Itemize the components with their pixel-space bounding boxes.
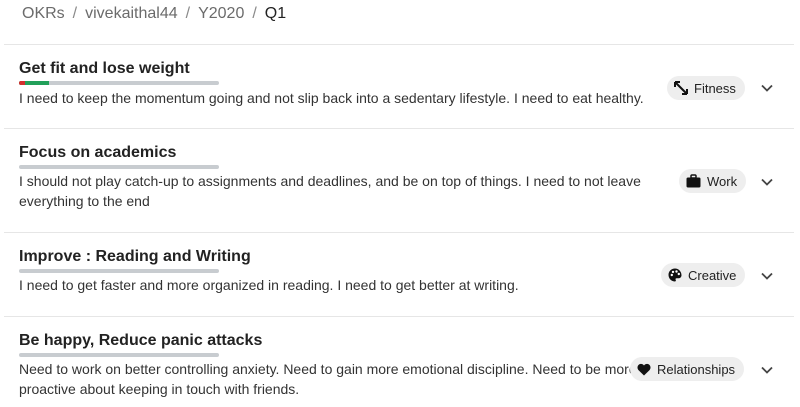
okr-tag-work[interactable]: Work [679, 169, 747, 193]
okr-title: Get fit and lose weight [19, 60, 190, 77]
briefcase-icon [686, 174, 701, 188]
okr-item[interactable]: Be happy, Reduce panic attacks Need to w… [4, 316, 794, 407]
okr-list: Get fit and lose weight I need to keep t… [4, 44, 794, 407]
okr-description: I need to keep the momentum going and no… [19, 90, 644, 106]
chevron-down-icon[interactable] [760, 363, 774, 377]
chevron-down-icon[interactable] [760, 269, 774, 283]
okr-description: Need to work on better controlling anxie… [19, 361, 637, 397]
okr-progress-bar [19, 353, 219, 357]
okr-tag-label: Relationships [657, 361, 736, 377]
breadcrumb-year[interactable]: Y2020 [198, 5, 244, 23]
okr-tag-relationships[interactable]: Relationships [630, 357, 745, 381]
okr-tag-label: Fitness [694, 80, 736, 96]
chevron-down-icon[interactable] [760, 81, 774, 95]
okr-progress-bar [19, 165, 219, 169]
expand-arrows-icon [674, 81, 688, 95]
breadcrumb-current: Q1 [264, 5, 287, 22]
okr-item[interactable]: Get fit and lose weight I need to keep t… [4, 44, 794, 128]
breadcrumb-separator: / [72, 5, 78, 22]
palette-icon [668, 268, 682, 282]
breadcrumb-separator: / [185, 5, 191, 22]
heart-icon [637, 363, 651, 375]
okr-description: I should not play catch-up to assignment… [19, 173, 641, 209]
okr-title: Be happy, Reduce panic attacks [19, 332, 263, 349]
breadcrumb-separator: / [252, 5, 257, 22]
okr-description: I need to get faster and more organized … [19, 277, 519, 293]
breadcrumb-user[interactable]: vivekaithal44 [85, 5, 178, 23]
okr-title: Improve : Reading and Writing [19, 248, 251, 265]
okr-progress-bar [19, 81, 219, 85]
okr-tag-label: Creative [688, 267, 737, 283]
okr-tag-label: Work [707, 173, 738, 189]
chevron-down-icon[interactable] [760, 175, 774, 189]
okr-item[interactable]: Improve : Reading and Writing I need to … [4, 232, 794, 316]
okr-tag-fitness[interactable]: Fitness [667, 76, 745, 100]
okr-title: Focus on academics [19, 144, 177, 161]
okr-item[interactable]: Focus on academics I should not play cat… [4, 128, 794, 232]
breadcrumb: OKRs / vivekaithal44 / Y2020 / Q1 [22, 4, 286, 24]
okr-tag-creative[interactable]: Creative [661, 263, 746, 287]
okr-progress-bar [19, 269, 219, 273]
okr-progress-fill [19, 81, 49, 85]
breadcrumb-okrs[interactable]: OKRs [22, 5, 65, 23]
